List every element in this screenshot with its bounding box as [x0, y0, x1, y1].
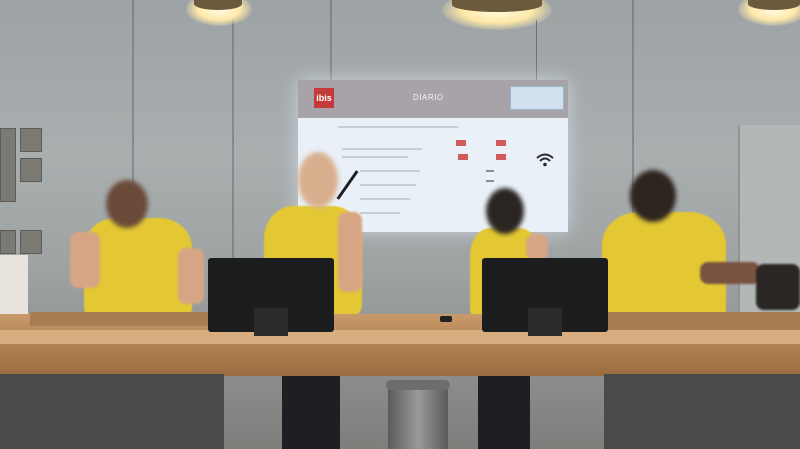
counter-base — [0, 374, 224, 449]
display-row — [486, 180, 494, 182]
display-row — [342, 148, 422, 150]
brand-logo: ibis — [314, 88, 334, 108]
display-row — [342, 156, 408, 158]
display-title: DIARIO — [413, 93, 444, 102]
head — [298, 152, 338, 208]
display-row — [360, 212, 400, 214]
display-header: ibis DIARIO — [298, 80, 568, 118]
monitor-stand — [254, 308, 288, 336]
reception-scene: ibis DIARIO — [0, 0, 800, 449]
display-marker — [496, 140, 506, 146]
guest-arm — [756, 264, 800, 310]
head — [630, 170, 676, 222]
arm — [70, 232, 100, 288]
arm — [178, 248, 204, 304]
arm — [526, 234, 548, 260]
wifi-icon — [536, 153, 554, 167]
display-marker — [496, 154, 506, 160]
display-row — [360, 198, 410, 200]
legs — [478, 370, 530, 449]
wall-poster — [20, 128, 42, 152]
waste-bin-lid — [386, 380, 450, 390]
mobile-phone — [440, 316, 452, 322]
counter-base — [606, 312, 800, 330]
wall-poster — [0, 230, 16, 254]
display-row — [360, 170, 420, 172]
display-row — [360, 184, 416, 186]
yellow-shirt — [84, 218, 192, 318]
arm — [338, 212, 362, 292]
wall-poster — [20, 158, 42, 182]
arm — [700, 262, 760, 284]
waste-bin — [388, 384, 448, 449]
display-row — [486, 170, 494, 172]
display-marker — [458, 154, 468, 160]
display-row — [338, 126, 458, 128]
legs — [282, 370, 340, 449]
display-info-box — [510, 86, 564, 110]
monitor-stand — [528, 308, 562, 336]
counter-base — [30, 312, 210, 326]
wall-poster — [20, 230, 42, 254]
wall-poster — [0, 128, 16, 202]
counter-edge — [0, 330, 800, 344]
head — [486, 188, 524, 234]
head — [106, 180, 148, 228]
counter-base — [604, 374, 800, 449]
display-marker — [456, 140, 466, 146]
